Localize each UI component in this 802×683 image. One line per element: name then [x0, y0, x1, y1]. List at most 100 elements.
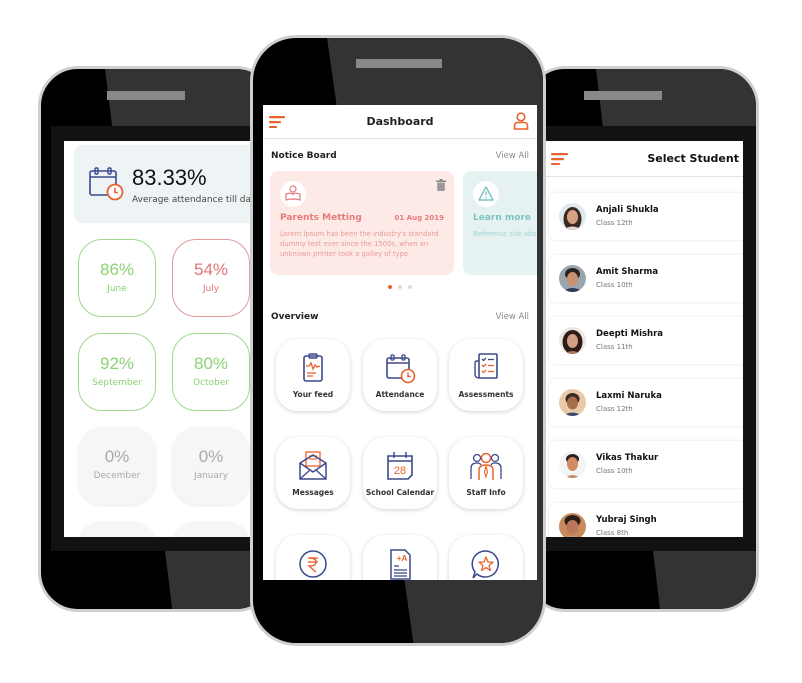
- rupee-icon: [299, 550, 327, 578]
- notice-board-view-all-link[interactable]: View All: [496, 151, 529, 161]
- student-list-item[interactable]: Anjali Shukla Class 12th: [549, 193, 743, 240]
- month-name: October: [192, 378, 230, 388]
- pagination-dot[interactable]: [398, 285, 402, 289]
- clipboard-feed-icon: [303, 353, 323, 382]
- staff-icon: [470, 452, 502, 480]
- reading-person-icon: [285, 185, 301, 201]
- month-name: June: [107, 284, 127, 294]
- tile-messages[interactable]: Messages: [276, 437, 350, 509]
- grade-document-icon: +A: [390, 549, 411, 580]
- month-percent: 0%: [198, 447, 224, 466]
- month-percent: 80%: [193, 354, 229, 373]
- notice-date: 01 Aug 2019: [394, 214, 444, 222]
- avatar: [559, 265, 586, 292]
- notice-card[interactable]: Parents Metting 01 Aug 2019 Lorem Ipsum …: [270, 171, 454, 275]
- tile-assessments[interactable]: Assessments: [449, 339, 523, 411]
- month-card-june[interactable]: 86% June: [78, 239, 156, 317]
- tile-feedback[interactable]: [449, 535, 523, 580]
- avatar: [559, 327, 586, 354]
- avatar: [559, 451, 586, 478]
- notice-board-title: Notice Board: [271, 151, 337, 161]
- avatar: [559, 513, 586, 537]
- student-name: Amit Sharma: [596, 267, 659, 277]
- month-card-october[interactable]: 80% October: [172, 333, 250, 411]
- tile-staff-info[interactable]: Staff Info: [449, 437, 523, 509]
- student-list-item[interactable]: Deepti Mishra Class 11th: [549, 317, 743, 364]
- month-percent: 0%: [104, 447, 130, 466]
- student-name: Deepti Mishra: [596, 329, 664, 339]
- student-name: Laxmi Naruka: [596, 391, 662, 401]
- carousel-pagination: [263, 285, 537, 289]
- attendance-screen: 83.33% Average attendance till date 86% …: [64, 141, 264, 537]
- phone-select-student: Select Student Anjali Shukla Class 12th …: [525, 66, 759, 612]
- tile-fees[interactable]: [276, 535, 350, 580]
- attendance-summary-card: 83.33% Average attendance till date: [74, 145, 264, 223]
- student-name: Vikas Thakur: [596, 453, 659, 463]
- phone-speaker: [584, 91, 662, 100]
- student-list-item[interactable]: Laxmi Naruka Class 12th: [549, 379, 743, 426]
- month-card-placeholder: [78, 521, 156, 537]
- calendar-28-icon: 28: [387, 452, 413, 480]
- calendar-clock-icon: [386, 354, 416, 384]
- tile-label: Messages: [292, 488, 334, 497]
- notice-icon-badge: [473, 181, 499, 207]
- month-percent: 86%: [99, 260, 135, 279]
- month-card-january[interactable]: 0% January: [172, 427, 250, 505]
- select-student-screen: Select Student Anjali Shukla Class 12th …: [543, 141, 743, 537]
- average-attendance-label: Average attendance till date: [132, 195, 261, 205]
- overview-view-all-link[interactable]: View All: [496, 312, 529, 322]
- user-profile-icon[interactable]: [513, 112, 529, 130]
- tile-label: Your feed: [292, 390, 334, 399]
- month-name: December: [93, 471, 141, 481]
- student-list-item[interactable]: Amit Sharma Class 10th: [549, 255, 743, 302]
- tile-attendance[interactable]: Attendance: [363, 339, 437, 411]
- month-name: January: [193, 471, 229, 481]
- tile-school-calendar[interactable]: 28 School Calendar: [363, 437, 437, 509]
- avatar: [559, 389, 586, 416]
- checklist-icon: [474, 353, 498, 379]
- dashboard-header: Dashboard: [263, 105, 537, 139]
- calendar-clock-icon: [89, 167, 124, 201]
- student-class: Class 12th: [596, 405, 633, 413]
- phone-speaker: [107, 91, 185, 100]
- student-name: Yubraj Singh: [596, 515, 657, 525]
- select-student-header: Select Student: [543, 141, 743, 177]
- trash-icon[interactable]: [436, 179, 446, 191]
- tile-label: School Calendar: [365, 488, 435, 497]
- notice-body: Reference site about information on its …: [473, 230, 537, 238]
- month-card-september[interactable]: 92% September: [78, 333, 156, 411]
- pagination-dot-active[interactable]: [388, 285, 392, 289]
- phone-attendance: 83.33% Average attendance till date 86% …: [38, 66, 276, 612]
- tile-your-feed[interactable]: Your feed: [276, 339, 350, 411]
- month-percent: 54%: [193, 260, 229, 279]
- notice-title: Parents Metting: [280, 213, 362, 223]
- tile-label: Assessments: [458, 390, 514, 399]
- phone-speaker: [356, 59, 442, 68]
- grade-label: +A: [397, 554, 408, 563]
- student-class: Class 10th: [596, 281, 633, 289]
- tile-results[interactable]: +A: [363, 535, 437, 580]
- page-title: Dashboard: [366, 115, 434, 128]
- student-list-item[interactable]: Vikas Thakur Class 10th: [549, 441, 743, 488]
- notice-title: Learn more: [473, 213, 531, 223]
- menu-icon[interactable]: [551, 153, 568, 165]
- month-percent: 92%: [99, 354, 135, 373]
- pagination-dot[interactable]: [408, 285, 412, 289]
- student-list-item[interactable]: Yubraj Singh Class 8th: [549, 503, 743, 537]
- student-name: Anjali Shukla: [596, 205, 659, 215]
- overview-title: Overview: [271, 312, 319, 322]
- notice-card[interactable]: Learn more Reference site about informat…: [463, 171, 537, 275]
- calendar-day: 28: [394, 465, 406, 477]
- student-class: Class 10th: [596, 467, 633, 475]
- notice-icon-badge: [280, 181, 306, 207]
- student-class: Class 12th: [596, 219, 633, 227]
- star-chat-icon: [471, 550, 500, 579]
- warning-icon: [478, 186, 494, 201]
- tile-label: Attendance: [375, 390, 425, 399]
- month-card-placeholder: [172, 521, 250, 537]
- phone-dashboard: Dashboard Notice Board View All Parents …: [250, 35, 546, 646]
- month-card-december[interactable]: 0% December: [78, 427, 156, 505]
- month-name: September: [92, 378, 142, 388]
- month-card-july[interactable]: 54% July: [172, 239, 250, 317]
- avatar: [559, 203, 586, 230]
